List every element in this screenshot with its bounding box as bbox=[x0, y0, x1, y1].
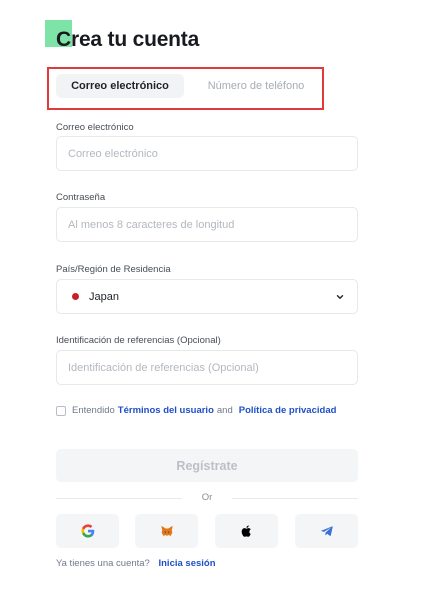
divider-left bbox=[56, 498, 182, 499]
referral-input[interactable] bbox=[56, 350, 358, 385]
email-label: Correo electrónico bbox=[56, 122, 134, 133]
terms-prefix: Entendido bbox=[72, 405, 115, 416]
tab-email[interactable]: Correo electrónico bbox=[56, 74, 184, 98]
japan-flag-icon bbox=[72, 293, 79, 300]
chevron-down-icon bbox=[336, 294, 344, 299]
signin-link[interactable]: Inicia sesión bbox=[158, 558, 215, 569]
country-label: País/Región de Residencia bbox=[56, 264, 171, 275]
terms-link[interactable]: Términos del usuario bbox=[118, 405, 214, 416]
divider-text: Or bbox=[201, 492, 213, 503]
password-input[interactable] bbox=[56, 207, 358, 242]
register-button[interactable]: Regístrate bbox=[56, 449, 358, 482]
tab-phone[interactable]: Número de teléfono bbox=[193, 74, 319, 98]
apple-icon bbox=[241, 525, 251, 537]
terms-row: Entendido Términos del usuario and Polít… bbox=[56, 405, 336, 416]
page-title: Crea tu cuenta bbox=[56, 28, 200, 51]
terms-conjunction: and bbox=[216, 405, 233, 416]
country-select-value: Japan bbox=[89, 290, 119, 303]
password-label: Contraseña bbox=[56, 192, 106, 203]
apple-signin-button[interactable] bbox=[215, 514, 278, 548]
email-input[interactable] bbox=[56, 136, 358, 171]
referral-label: Identificación de referencias (Opcional) bbox=[56, 335, 221, 346]
country-select[interactable]: Japan bbox=[56, 279, 358, 314]
signin-prompt-text: Ya tienes una cuenta? bbox=[56, 558, 150, 569]
google-icon bbox=[80, 524, 94, 538]
telegram-icon bbox=[320, 526, 333, 536]
signin-prompt: Ya tienes una cuenta? Inicia sesión bbox=[56, 558, 216, 569]
telegram-signin-button[interactable] bbox=[295, 514, 358, 548]
divider-right bbox=[232, 498, 358, 499]
metamask-signin-button[interactable] bbox=[135, 514, 198, 548]
google-signin-button[interactable] bbox=[56, 514, 119, 548]
terms-checkbox[interactable] bbox=[56, 405, 66, 416]
privacy-link[interactable]: Política de privacidad bbox=[239, 405, 337, 416]
metamask-icon bbox=[160, 525, 173, 536]
